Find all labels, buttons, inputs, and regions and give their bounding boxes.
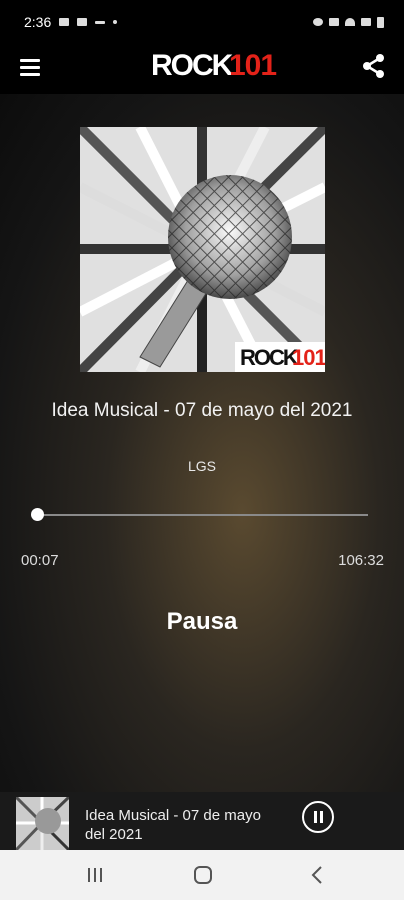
- mini-player-art: [16, 797, 69, 850]
- app-logo: ROCK 101: [150, 44, 280, 84]
- artist-name: LGS: [187, 458, 216, 474]
- notification-icon: [59, 18, 70, 26]
- share-icon[interactable]: [360, 52, 388, 80]
- svg-text:ROCK: ROCK: [240, 345, 299, 370]
- more-notifications-icon: [113, 20, 118, 24]
- notification-icon-2: [95, 20, 106, 24]
- status-left: 2:36: [24, 14, 118, 30]
- seek-bar-thumb[interactable]: [31, 508, 45, 521]
- album-art: ROCK 101: [80, 127, 325, 372]
- svg-text:101: 101: [229, 49, 276, 81]
- app-bar: ROCK 101: [0, 44, 404, 94]
- recents-icon[interactable]: [80, 862, 110, 888]
- wifi-icon: [345, 18, 355, 26]
- pause-button[interactable]: Pausa: [0, 608, 404, 636]
- mini-player-title: Idea Musical - 07 de mayo del 2021: [85, 807, 261, 843]
- svg-text:ROCK: ROCK: [151, 49, 234, 81]
- status-time: 2:36: [24, 14, 52, 30]
- seek-bar[interactable]: [31, 508, 368, 521]
- pause-circle-icon[interactable]: [302, 801, 334, 833]
- image-icon: [77, 18, 88, 26]
- track-title: Idea Musical - 07 de mayo del 2021: [51, 400, 353, 421]
- total-time: 106:32: [338, 552, 384, 569]
- elapsed-time: 00:07: [21, 552, 59, 569]
- hamburger-menu-icon[interactable]: [20, 59, 40, 77]
- status-right: [313, 16, 384, 28]
- mini-player[interactable]: Idea Musical - 07 de mayo del 2021: [0, 792, 404, 850]
- status-bar: 2:36: [0, 0, 404, 44]
- svg-text:101: 101: [292, 345, 325, 370]
- now-playing-screen: ROCK 101 Idea Musical - 07 de mayo del 2…: [0, 94, 404, 792]
- alarm-icon: [313, 18, 323, 26]
- system-nav-bar: [0, 850, 404, 900]
- mute-icon: [329, 18, 339, 26]
- home-icon[interactable]: [188, 862, 218, 888]
- battery-icon: [377, 16, 384, 28]
- signal-icon: [361, 18, 371, 26]
- rock101-logo: ROCK 101: [151, 49, 277, 81]
- back-icon[interactable]: [303, 862, 333, 888]
